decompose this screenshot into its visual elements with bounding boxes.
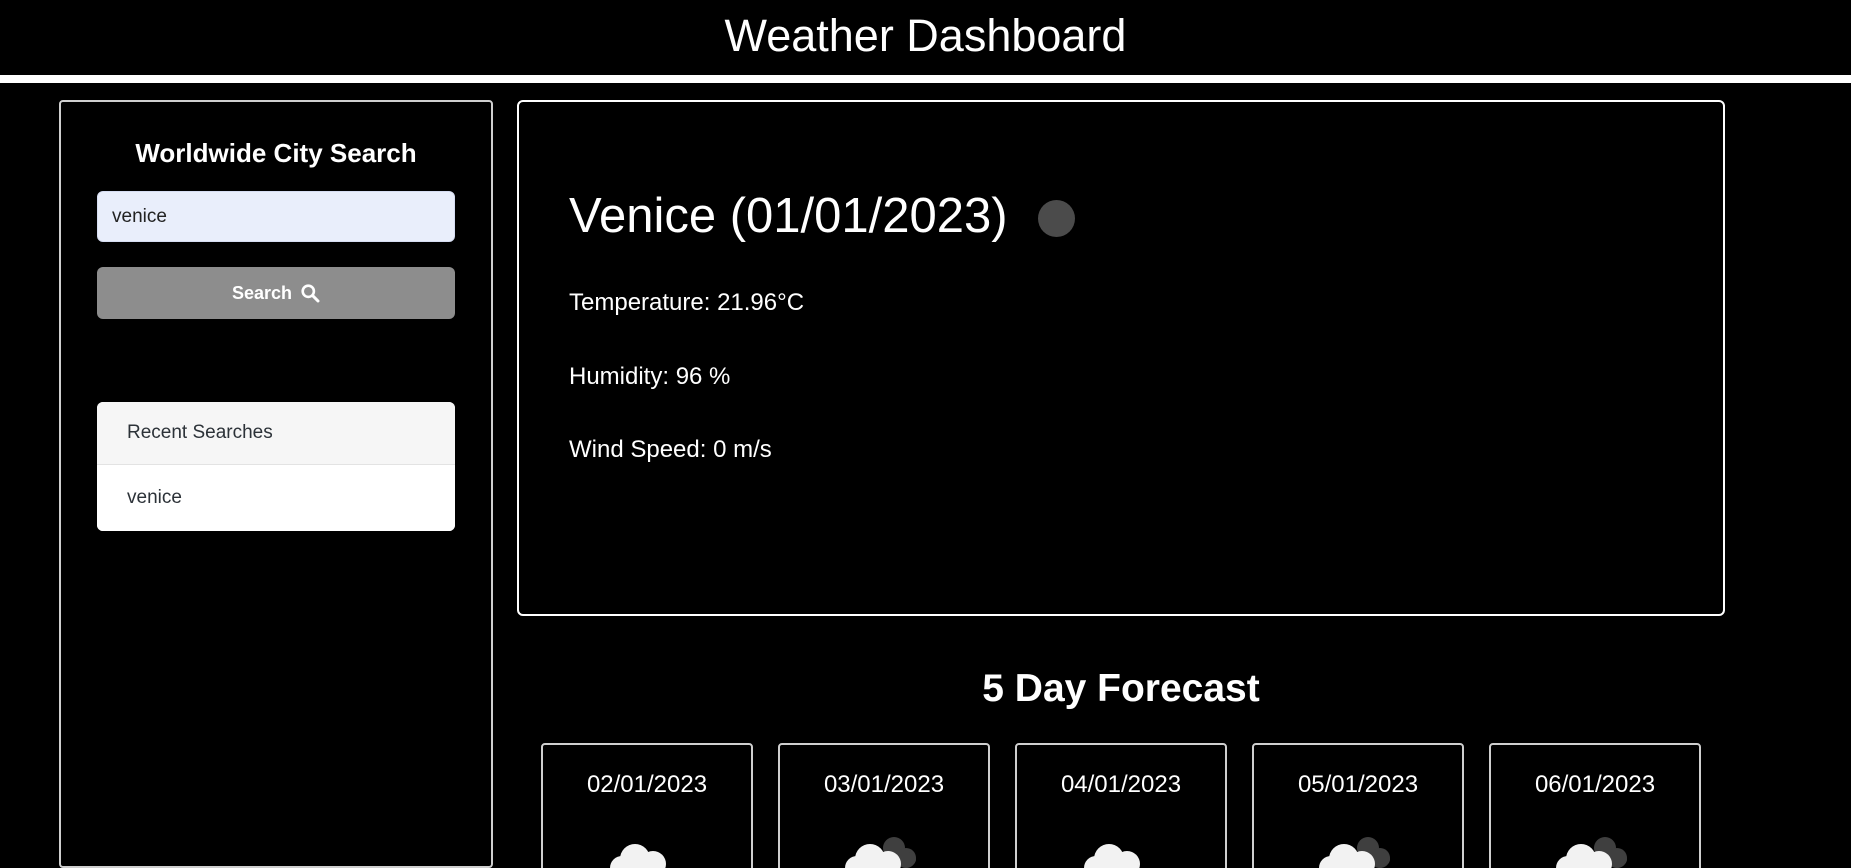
overcast-clouds-icon — [1037, 200, 1075, 238]
list-item[interactable]: venice — [97, 465, 455, 532]
forecast-date: 03/01/2023 — [823, 770, 945, 798]
temperature-value: Temperature: 21.96°C — [569, 288, 805, 316]
wind-speed-value: Wind Speed: 0 m/s — [569, 436, 772, 464]
forecast-card: 04/01/2023 — [1015, 742, 1227, 868]
forecast-card: 06/01/2023 — [1489, 742, 1701, 868]
broken-clouds-icon — [1491, 826, 1699, 868]
broken-clouds-icon — [780, 826, 988, 868]
forecast-card: 05/01/2023 — [1252, 742, 1464, 868]
forecast-row: 02/01/2023 03/01/2023 04/01/2023 05/01/2… — [517, 742, 1725, 868]
sidebar-title: Worldwide City Search — [135, 138, 417, 168]
forecast-date: 06/01/2023 — [1534, 770, 1656, 798]
main-content: Venice (01/01/2023) Temperature: 21.96°C… — [517, 100, 1725, 868]
search-button-label: Search — [231, 282, 293, 303]
recent-searches-list: Recent Searches venice — [97, 402, 455, 532]
header-divider — [0, 75, 1851, 83]
forecast-date: 04/01/2023 — [1060, 770, 1182, 798]
forecast-date: 05/01/2023 — [1297, 770, 1419, 798]
forecast-date: 02/01/2023 — [586, 770, 708, 798]
humidity-value: Humidity: 96 % — [569, 362, 731, 390]
app-header: Weather Dashboard — [0, 0, 1851, 75]
current-city-date: Venice (01/01/2023) — [569, 189, 1008, 243]
cloud-icon — [1017, 826, 1225, 868]
current-weather-title-row: Venice (01/01/2023) — [569, 189, 1723, 244]
city-search-sidebar: Worldwide City Search Search Recent Sear… — [59, 100, 493, 868]
forecast-title: 5 Day Forecast — [982, 667, 1260, 710]
recent-searches-header: Recent Searches — [97, 402, 455, 466]
current-weather-card: Venice (01/01/2023) Temperature: 21.96°C… — [517, 100, 1725, 616]
cloud-icon — [543, 826, 751, 868]
forecast-card: 02/01/2023 — [541, 742, 753, 868]
page-title: Weather Dashboard — [724, 10, 1127, 61]
broken-clouds-icon — [1254, 826, 1462, 868]
page-body: Worldwide City Search Search Recent Sear… — [0, 83, 1851, 868]
magnifying-glass-icon — [300, 283, 320, 303]
forecast-card: 03/01/2023 — [778, 742, 990, 868]
search-button[interactable]: Search — [97, 267, 455, 320]
search-input[interactable] — [97, 191, 455, 243]
